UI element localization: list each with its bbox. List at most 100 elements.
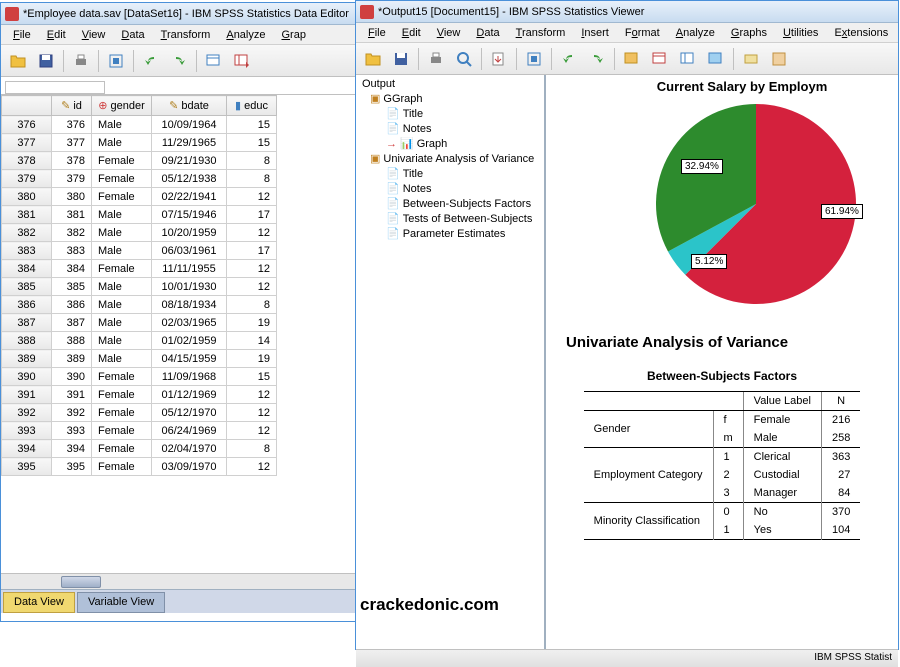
- chart-title: Current Salary by Employm: [546, 75, 898, 94]
- menu-insert[interactable]: Insert: [573, 27, 617, 39]
- goto-case-button[interactable]: [647, 46, 673, 72]
- menu-transform[interactable]: Transform: [508, 27, 574, 39]
- table-row[interactable]: 377377Male11/29/196515: [2, 134, 277, 152]
- tree-between-subjects[interactable]: 📄 Between-Subjects Factors: [358, 196, 542, 211]
- pie-label-custodial: 5.12%: [691, 254, 727, 269]
- menu-utilities[interactable]: Utilities: [775, 27, 826, 39]
- table-row[interactable]: 381381Male07/15/194617: [2, 206, 277, 224]
- tree-ggraph[interactable]: ▣ GGraph: [358, 91, 542, 106]
- column-header-gender[interactable]: ⊕ gender: [92, 96, 152, 116]
- output-content-pane[interactable]: Current Salary by Employm 32.94% 61.94% …: [546, 75, 898, 649]
- viewer-title: *Output15 [Document15] - IBM SPSS Statis…: [378, 6, 644, 18]
- print-preview-button[interactable]: [451, 46, 477, 72]
- menu-graphs[interactable]: Graphs: [723, 27, 775, 39]
- table-row[interactable]: 378378Female09/21/19308: [2, 152, 277, 170]
- menu-format[interactable]: Format: [617, 27, 668, 39]
- menu-data[interactable]: Data: [468, 27, 507, 39]
- cell-editor-input[interactable]: [5, 81, 105, 94]
- open-file-button[interactable]: [5, 48, 31, 74]
- menu-transform[interactable]: Transform: [153, 29, 219, 41]
- table-row[interactable]: 376376Male10/09/196415: [2, 116, 277, 134]
- data-editor-titlebar[interactable]: *Employee data.sav [DataSet16] - IBM SPS…: [1, 3, 359, 25]
- factors-table: Value LabelN GenderfFemale216 mMale258 E…: [584, 391, 861, 540]
- table-row[interactable]: 385385Male10/01/193012: [2, 278, 277, 296]
- menu-view[interactable]: View: [429, 27, 469, 39]
- goto-variable-button[interactable]: [229, 48, 255, 74]
- menu-analyze[interactable]: Analyze: [218, 29, 273, 41]
- table-row[interactable]: 380380Female02/22/194112: [2, 188, 277, 206]
- tab-data-view[interactable]: Data View: [3, 592, 75, 613]
- table-row[interactable]: 379379Female05/12/19388: [2, 170, 277, 188]
- viewer-toolbar: [356, 43, 898, 75]
- menu-file[interactable]: File: [5, 29, 39, 41]
- output-tree[interactable]: Output ▣ GGraph 📄 Title 📄 Notes →📊 Graph…: [356, 75, 546, 649]
- print-button[interactable]: [68, 48, 94, 74]
- menu-edit[interactable]: Edit: [39, 29, 74, 41]
- watermark-text: crackedonic.com: [360, 595, 499, 615]
- tree-univ-notes[interactable]: 📄 Notes: [358, 181, 542, 196]
- table-row[interactable]: 391391Female01/12/196912: [2, 386, 277, 404]
- table-row[interactable]: 395395Female03/09/197012: [2, 458, 277, 476]
- table-row[interactable]: 388388Male01/02/195914: [2, 332, 277, 350]
- section-title: Univariate Analysis of Variance: [546, 314, 898, 361]
- pie-label-manager: 32.94%: [681, 159, 723, 174]
- undo-button[interactable]: [556, 46, 582, 72]
- recall-dialog-button[interactable]: [521, 46, 547, 72]
- table-row[interactable]: 389389Male04/15/195919: [2, 350, 277, 368]
- table-row[interactable]: 393393Female06/24/196912: [2, 422, 277, 440]
- menu-data[interactable]: Data: [113, 29, 152, 41]
- horizontal-scrollbar[interactable]: [1, 573, 359, 589]
- tab-variable-view[interactable]: Variable View: [77, 592, 165, 613]
- table-row[interactable]: 383383Male06/03/196117: [2, 242, 277, 260]
- viewer-titlebar[interactable]: *Output15 [Document15] - IBM SPSS Statis…: [356, 1, 898, 23]
- print-button[interactable]: [423, 46, 449, 72]
- export-button[interactable]: [486, 46, 512, 72]
- save-button[interactable]: [33, 48, 59, 74]
- table-row[interactable]: 384384Female11/11/195512: [2, 260, 277, 278]
- table-row[interactable]: 387387Male02/03/196519: [2, 314, 277, 332]
- tree-output-root[interactable]: Output: [358, 77, 542, 91]
- tree-univariate[interactable]: ▣ Univariate Analysis of Variance: [358, 151, 542, 166]
- menu-edit[interactable]: Edit: [394, 27, 429, 39]
- data-editor-title: *Employee data.sav [DataSet16] - IBM SPS…: [23, 8, 349, 20]
- recall-dialog-button[interactable]: [103, 48, 129, 74]
- tree-univ-title[interactable]: 📄 Title: [358, 166, 542, 181]
- designate-button[interactable]: [766, 46, 792, 72]
- table-title: Between-Subjects Factors: [546, 361, 898, 391]
- menu-view[interactable]: View: [74, 29, 114, 41]
- pie-label-clerical: 61.94%: [821, 204, 863, 219]
- select-last-button[interactable]: [738, 46, 764, 72]
- redo-button[interactable]: [166, 48, 192, 74]
- table-row[interactable]: 394394Female02/04/19708: [2, 440, 277, 458]
- column-header-educ[interactable]: ▮ educ: [227, 96, 277, 116]
- goto-case-button[interactable]: [201, 48, 227, 74]
- menu-analyze[interactable]: Analyze: [668, 27, 723, 39]
- table-row[interactable]: 386386Male08/18/19348: [2, 296, 277, 314]
- goto-variable-button[interactable]: [675, 46, 701, 72]
- variables-button[interactable]: [703, 46, 729, 72]
- tree-ggraph-title[interactable]: 📄 Title: [358, 106, 542, 121]
- open-file-button[interactable]: [360, 46, 386, 72]
- undo-button[interactable]: [138, 48, 164, 74]
- menu-file[interactable]: File: [360, 27, 394, 39]
- factor-empcat: Employment Category: [584, 448, 713, 503]
- goto-data-button[interactable]: [619, 46, 645, 72]
- data-grid[interactable]: ✎ id ⊕ gender ✎ bdate ▮ educ 376376Male1…: [1, 95, 359, 573]
- menu-graphs[interactable]: Grap: [273, 29, 313, 41]
- column-header-id[interactable]: ✎ id: [52, 96, 92, 116]
- data-editor-menubar: File Edit View Data Transform Analyze Gr…: [1, 25, 359, 45]
- tree-ggraph-notes[interactable]: 📄 Notes: [358, 121, 542, 136]
- tree-parameter-estimates[interactable]: 📄 Parameter Estimates: [358, 226, 542, 241]
- table-row[interactable]: 390390Female11/09/196815: [2, 368, 277, 386]
- viewer-menubar: File Edit View Data Transform Insert For…: [356, 23, 898, 43]
- save-button[interactable]: [388, 46, 414, 72]
- tree-ggraph-graph[interactable]: →📊 Graph: [358, 136, 542, 151]
- redo-button[interactable]: [584, 46, 610, 72]
- tree-tests-between[interactable]: 📄 Tests of Between-Subjects: [358, 211, 542, 226]
- table-row[interactable]: 392392Female05/12/197012: [2, 404, 277, 422]
- column-header-bdate[interactable]: ✎ bdate: [152, 96, 227, 116]
- table-row[interactable]: 382382Male10/20/195912: [2, 224, 277, 242]
- menu-extensions[interactable]: Extensions: [826, 27, 896, 39]
- pie-chart: 32.94% 61.94% 5.12%: [626, 94, 866, 314]
- viewer-statusbar: IBM SPSS Statist: [356, 649, 898, 667]
